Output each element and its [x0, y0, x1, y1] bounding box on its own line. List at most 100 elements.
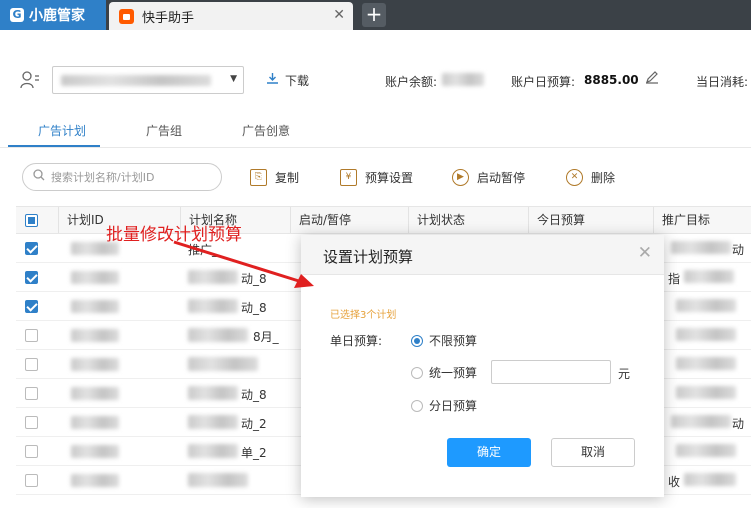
budget-amount-input[interactable] — [491, 360, 611, 384]
daily-budget-value: 8885.00 — [584, 73, 639, 87]
brand-tab[interactable]: G 小鹿管家 — [0, 0, 106, 30]
radio-dot — [411, 366, 423, 379]
radio-label: 分日预算 — [429, 399, 478, 413]
search-icon — [33, 169, 45, 185]
radio-unlimited-budget[interactable]: 不限预算 — [411, 332, 477, 349]
app-tab-title: 快手助手 — [142, 10, 195, 26]
brand-logo-icon: G — [10, 8, 24, 22]
col-status[interactable]: 计划状态 — [408, 207, 528, 233]
delete-button[interactable]: ✕ 删除 — [566, 169, 615, 186]
annotation-arrow-icon — [173, 240, 314, 288]
plan-name-fragment: 单_2 — [241, 446, 267, 460]
row-checkbox[interactable] — [25, 387, 38, 400]
kuaishou-icon — [119, 8, 134, 24]
row-checkbox[interactable] — [25, 329, 38, 342]
plan-name-fragment: 动_8 — [241, 388, 267, 402]
app-tab[interactable]: 快手助手 ✕ — [109, 2, 353, 30]
budget-settings-label: 预算设置 — [365, 171, 414, 185]
radio-daily-budget[interactable]: 分日预算 — [411, 397, 477, 414]
balance-label: 账户余额: — [385, 75, 438, 89]
plan-name-redacted — [188, 328, 248, 342]
search-input[interactable] — [49, 169, 213, 185]
tab-ad-groups[interactable]: 广告组 — [146, 122, 182, 139]
target-fragment: 动 — [732, 417, 745, 431]
row-checkbox[interactable] — [25, 445, 38, 458]
target-redacted — [676, 386, 736, 399]
col-target[interactable]: 推广目标 — [653, 207, 751, 233]
target-fragment: 收 — [668, 475, 681, 489]
plan-id-redacted — [71, 387, 119, 400]
target-fragment: 动 — [732, 243, 745, 257]
tab-campaigns[interactable]: 广告计划 — [38, 122, 86, 139]
budget-dialog: 设置计划预算 ✕ 已选择3个计划 单日预算: 不限预算 统一预算 元 分日预算 … — [301, 235, 664, 497]
target-redacted — [684, 270, 734, 283]
col-today-budget[interactable]: 今日预算 — [528, 207, 653, 233]
chevron-down-icon: ▼ — [230, 74, 237, 84]
dialog-title: 设置计划预算 — [323, 248, 414, 266]
plan-id-redacted — [71, 329, 119, 342]
target-redacted — [676, 328, 736, 341]
account-switcher[interactable]: ▼ — [18, 66, 244, 94]
copy-label: 复制 — [275, 171, 300, 185]
row-checkbox[interactable] — [25, 474, 38, 487]
daily-budget-label: 单日预算: — [330, 334, 383, 348]
target-redacted — [676, 357, 736, 370]
delete-icon: ✕ — [566, 169, 583, 186]
edit-budget-icon[interactable] — [645, 70, 659, 87]
tab-creatives[interactable]: 广告创意 — [242, 122, 290, 139]
target-redacted — [684, 473, 736, 486]
target-redacted — [676, 299, 736, 312]
delete-label: 删除 — [591, 171, 616, 185]
plan-name-redacted — [188, 299, 238, 313]
download-button[interactable]: 下载 — [266, 72, 309, 89]
plan-name-redacted — [188, 444, 238, 458]
plan-name-fragment: 动_8 — [241, 301, 267, 315]
yen-icon: ¥ — [340, 169, 357, 186]
radio-dot — [411, 399, 423, 412]
row-checkbox[interactable] — [25, 300, 38, 313]
target-redacted — [676, 444, 736, 457]
search-box[interactable] — [22, 163, 222, 191]
balance-value-redacted — [442, 73, 484, 86]
play-icon: ▶ — [452, 169, 469, 186]
user-icon — [20, 70, 40, 90]
row-checkbox[interactable] — [25, 358, 38, 371]
account-select[interactable]: ▼ — [52, 66, 244, 94]
plan-name-redacted — [188, 386, 238, 400]
target-redacted — [671, 415, 731, 428]
budget-settings-button[interactable]: ¥ 预算设置 — [340, 169, 413, 186]
plan-id-redacted — [71, 445, 119, 458]
new-tab-button[interactable]: + — [362, 3, 386, 27]
plan-name-redacted — [188, 415, 238, 429]
cancel-button[interactable]: 取消 — [551, 438, 635, 467]
confirm-button[interactable]: 确定 — [447, 438, 531, 467]
select-all-checkbox[interactable] — [25, 214, 38, 227]
brand-name: 小鹿管家 — [29, 8, 85, 24]
target-redacted — [671, 241, 731, 254]
plan-name-redacted — [188, 357, 258, 371]
row-checkbox[interactable] — [25, 242, 38, 255]
radio-label: 不限预算 — [429, 334, 478, 348]
selected-count-note: 已选择3个计划 — [330, 310, 397, 321]
radio-label: 统一预算 — [429, 366, 478, 380]
currency-unit: 元 — [618, 367, 631, 381]
today-spend-label: 当日消耗: — [696, 75, 749, 89]
close-tab-icon[interactable]: ✕ — [333, 7, 345, 23]
col-toggle[interactable]: 启动/暂停 — [290, 207, 410, 233]
download-icon — [266, 72, 279, 89]
tabs-divider — [0, 147, 751, 148]
dialog-header: 设置计划预算 ✕ — [301, 235, 664, 275]
row-checkbox[interactable] — [25, 271, 38, 284]
radio-dot — [411, 334, 423, 347]
target-fragment: 指 — [668, 272, 681, 286]
copy-button[interactable]: ⎘ 复制 — [250, 169, 299, 186]
close-icon[interactable]: ✕ — [638, 243, 652, 263]
radio-uniform-budget[interactable]: 统一预算 — [411, 364, 477, 381]
plan-name-fragment: 动_2 — [241, 417, 267, 431]
plan-id-redacted — [71, 271, 119, 284]
download-label: 下载 — [285, 74, 310, 88]
copy-icon: ⎘ — [250, 169, 267, 186]
start-pause-label: 启动暂停 — [477, 171, 526, 185]
row-checkbox[interactable] — [25, 416, 38, 429]
start-pause-button[interactable]: ▶ 启动暂停 — [452, 169, 525, 186]
